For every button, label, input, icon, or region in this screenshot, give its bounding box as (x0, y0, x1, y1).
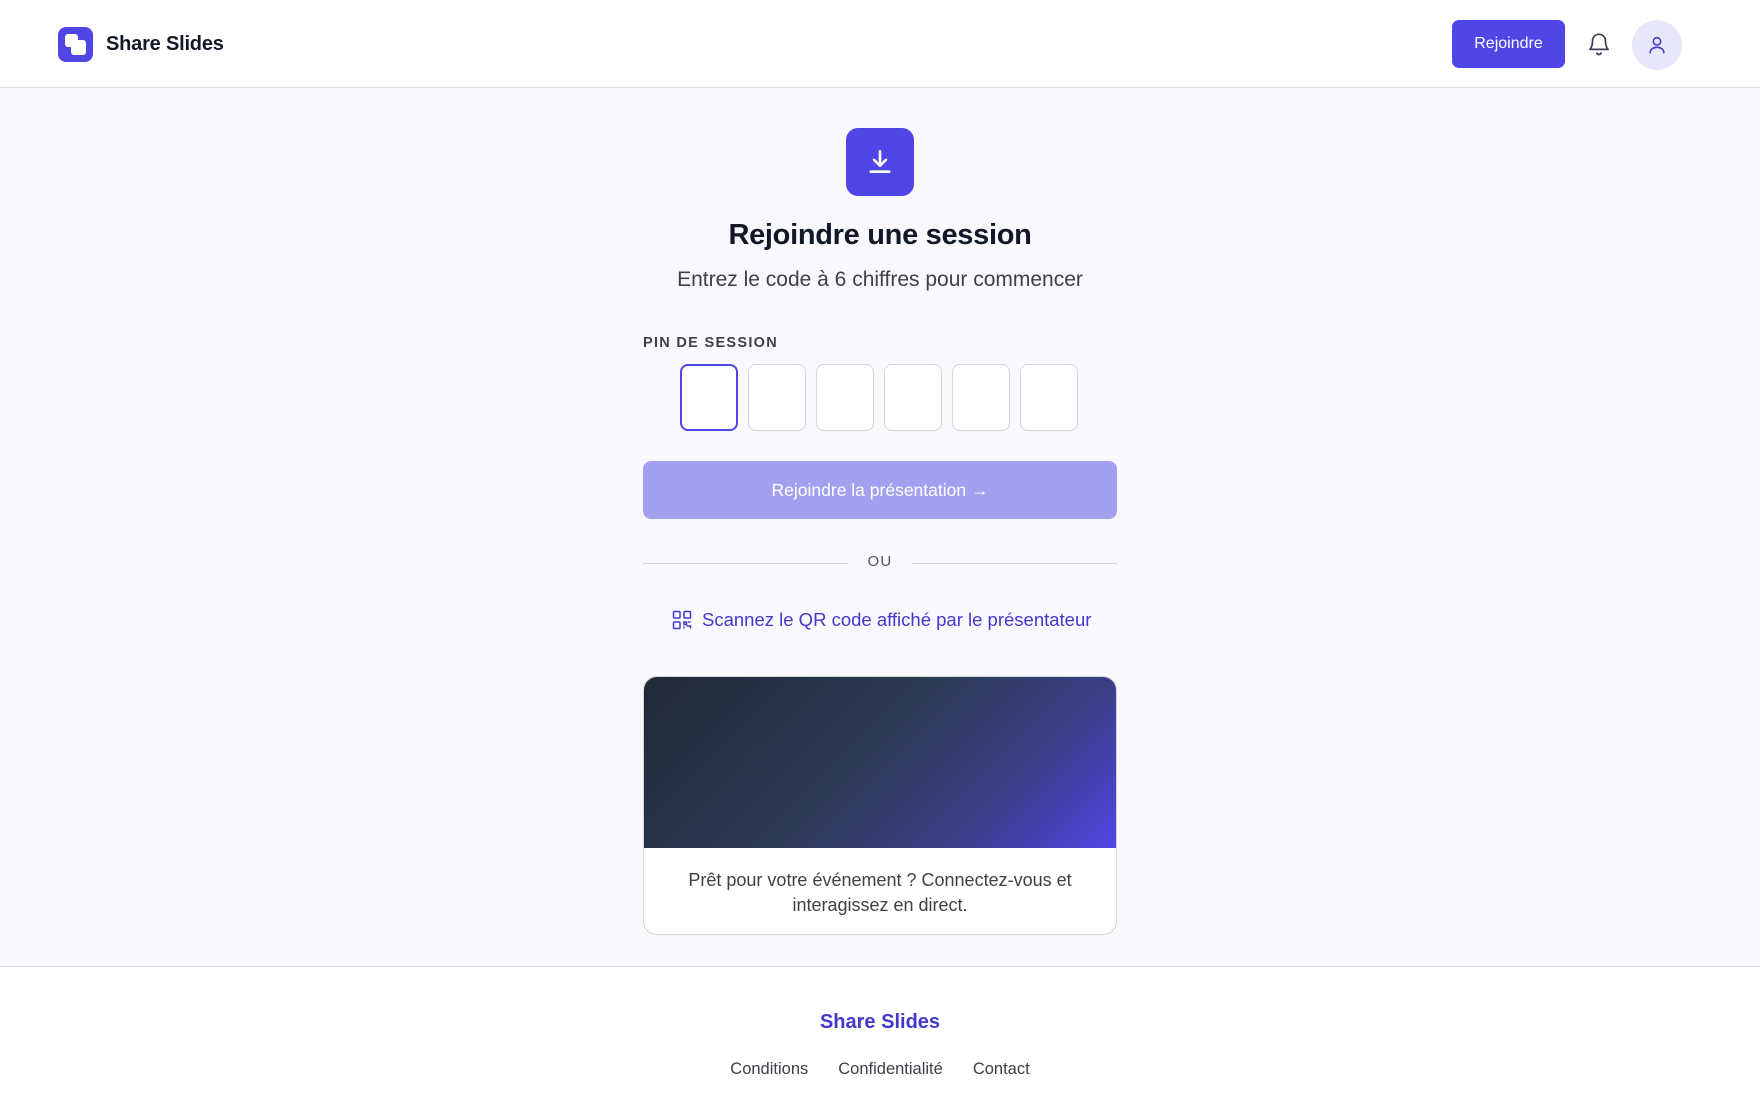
pin-digit-1[interactable] (680, 364, 738, 431)
qr-code-icon (672, 610, 692, 630)
divider-label: OU (867, 553, 893, 570)
pin-digit-3[interactable] (816, 364, 874, 431)
pin-label: PIN DE SESSION (643, 335, 779, 351)
brand-logo[interactable]: Share Slides (58, 27, 224, 62)
page-subtitle: Entrez le code à 6 chiffres pour commenc… (677, 268, 1083, 291)
join-button[interactable]: Rejoindre (1452, 20, 1565, 68)
divider-right (912, 563, 1117, 564)
card-text: Prêt pour votre événement ? Connectez-vo… (688, 870, 1072, 915)
scan-qr-label: Scannez le QR code affiché par le présen… (702, 609, 1092, 630)
event-promo-card: Prêt pour votre événement ? Connectez-vo… (643, 676, 1117, 935)
pin-digit-2[interactable] (748, 364, 806, 431)
footer-brand[interactable]: Share Slides (0, 1011, 1760, 1034)
avatar[interactable] (1632, 20, 1682, 70)
footer-link-contact[interactable]: Contact (973, 1060, 1030, 1079)
pin-input-group (680, 364, 1078, 431)
top-bar: Share Slides Rejoindre (0, 0, 1760, 88)
join-presentation-button[interactable]: Rejoindre la présentation → (643, 461, 1117, 519)
pin-digit-4[interactable] (884, 364, 942, 431)
logo-icon (58, 27, 93, 62)
user-icon (1649, 36, 1665, 54)
pin-digit-5[interactable] (952, 364, 1010, 431)
footer-links: Conditions Confidentialité Contact (0, 1060, 1760, 1079)
join-session-panel: Rejoindre une session Entrez le code à 6… (0, 89, 1760, 966)
footer: Share Slides Conditions Confidentialité … (0, 966, 1760, 1100)
footer-link-conditions[interactable]: Conditions (730, 1060, 808, 1079)
footer-link-privacy[interactable]: Confidentialité (838, 1060, 943, 1079)
divider-left (643, 563, 848, 564)
pin-digit-6[interactable] (1020, 364, 1078, 431)
scan-qr-link[interactable]: Scannez le QR code affiché par le présen… (672, 609, 1091, 631)
card-banner-image (644, 677, 1116, 848)
brand-name: Share Slides (106, 33, 224, 55)
page-title: Rejoindre une session (728, 219, 1032, 251)
bell-icon[interactable] (1586, 30, 1612, 58)
download-icon (846, 128, 914, 196)
